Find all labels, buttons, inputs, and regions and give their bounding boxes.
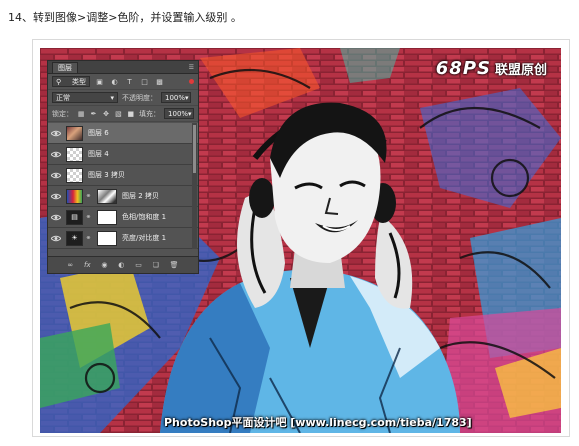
layer-thumbnail[interactable] <box>66 146 83 162</box>
lock-move-icon[interactable]: ✥ <box>102 108 110 119</box>
lock-all-icon[interactable]: ■ <box>127 108 135 119</box>
new-layer-icon[interactable]: ❏ <box>153 261 159 269</box>
chevron-down-icon: ▾ <box>188 109 192 118</box>
lock-paint-icon[interactable]: ✒ <box>89 108 97 119</box>
scroll-thumb[interactable] <box>193 125 196 173</box>
visibility-eye-icon[interactable] <box>51 170 61 180</box>
layer-mask-thumbnail[interactable] <box>97 230 117 246</box>
layers-list: 图层 6 图层 4 图层 3 拷贝 ⚭ 图层 2 拷贝 ▤ ⚭ 色相/饱和度 1 ☀ ⚭ 亮度/对比… <box>48 123 198 249</box>
opacity-value: 100% <box>165 93 186 102</box>
search-icon: ⚲ <box>56 77 62 86</box>
layer-row[interactable]: 图层 4 <box>48 144 198 165</box>
mask-link-icon[interactable]: ⚭ <box>85 192 92 200</box>
layers-panel-footer: ∞ fx ◉ ◐ ▭ ❏ 🗑 <box>48 256 198 273</box>
mask-link-icon[interactable]: ⚭ <box>85 234 92 242</box>
layer-name: 亮度/对比度 1 <box>122 234 167 242</box>
panel-menu-icon[interactable]: ☰ <box>189 64 194 71</box>
layer-name: 图层 6 <box>88 129 109 137</box>
fill-value: 100% <box>168 109 189 118</box>
layers-scrollbar[interactable] <box>192 123 197 249</box>
layer-name: 图层 2 拷贝 <box>122 192 159 200</box>
filter-pixel-icon[interactable]: ▣ <box>94 76 105 87</box>
new-group-icon[interactable]: ▭ <box>135 261 142 269</box>
layer-thumbnail[interactable] <box>66 188 83 204</box>
layer-name: 色相/饱和度 1 <box>122 213 167 221</box>
filter-adjustment-icon[interactable]: ◐ <box>109 76 120 87</box>
filter-shape-icon[interactable]: □ <box>139 76 150 87</box>
lock-label: 锁定： <box>52 109 73 118</box>
link-layers-icon[interactable]: ∞ <box>67 261 73 269</box>
filter-smartobject-icon[interactable]: ▩ <box>154 76 165 87</box>
credit-caption: PhotoShop平面设计吧 [www.linecg.com/tieba/178… <box>164 416 472 429</box>
tutorial-artwork: 68PS 联盟原创 PhotoShop平面设计吧 [www.linecg.com… <box>40 48 561 433</box>
filter-kind-dropdown[interactable]: ⚲ 类型 <box>52 76 90 87</box>
layer-row[interactable]: 图层 6 <box>48 123 198 144</box>
tab-layers[interactable]: 图层 <box>52 61 78 73</box>
layer-row[interactable]: ⚭ 图层 2 拷贝 <box>48 186 198 207</box>
layer-filter-row: ⚲ 类型 ▣ ◐ T □ ▩ <box>48 74 198 90</box>
filter-kind-label: 类型 <box>72 77 86 86</box>
layer-row[interactable]: ▤ ⚭ 色相/饱和度 1 <box>48 207 198 228</box>
step-title: 14、转到图像>调整>色阶，并设置输入级别 。 <box>8 11 242 24</box>
layer-thumbnail[interactable] <box>66 125 83 141</box>
visibility-eye-icon[interactable] <box>51 233 61 243</box>
filter-type-icon[interactable]: T <box>124 76 135 87</box>
delete-layer-icon[interactable]: 🗑 <box>170 261 179 269</box>
layer-name: 图层 3 拷贝 <box>88 171 125 179</box>
add-mask-icon[interactable]: ◉ <box>101 261 107 269</box>
lock-transparent-icon[interactable]: ▦ <box>77 108 85 119</box>
layer-thumbnail[interactable] <box>66 167 83 183</box>
lock-row: 锁定： ▦ ✒ ✥ ▧ ■ 填充： 100% ▾ <box>48 106 198 122</box>
chevron-down-icon: ▾ <box>185 93 189 102</box>
visibility-eye-icon[interactable] <box>51 149 61 159</box>
opacity-field[interactable]: 100% ▾ <box>161 92 191 103</box>
adjustment-layer-icon[interactable]: ☀ <box>66 230 83 246</box>
new-adjustment-icon[interactable]: ◐ <box>118 261 124 269</box>
opacity-label: 不透明度： <box>122 93 157 102</box>
chevron-down-icon: ▾ <box>110 93 114 102</box>
watermark: 68PS 联盟原创 <box>436 58 547 79</box>
layer-row[interactable]: ☀ ⚭ 亮度/对比度 1 <box>48 228 198 249</box>
layer-style-icon[interactable]: fx <box>84 261 91 269</box>
layer-mask-thumbnail[interactable] <box>97 188 117 204</box>
visibility-eye-icon[interactable] <box>51 212 61 222</box>
mask-link-icon[interactable]: ⚭ <box>85 213 92 221</box>
layer-name: 图层 4 <box>88 150 109 158</box>
blend-row: 正常 ▾ 不透明度： 100% ▾ <box>48 90 198 106</box>
blend-mode-dropdown[interactable]: 正常 ▾ <box>52 92 118 103</box>
blend-mode-value: 正常 <box>56 93 70 102</box>
layer-row[interactable]: 图层 3 拷贝 <box>48 165 198 186</box>
lock-artboard-icon[interactable]: ▧ <box>114 108 122 119</box>
watermark-logo: 68PS <box>435 58 491 79</box>
visibility-eye-icon[interactable] <box>51 191 61 201</box>
filter-toggle-icon[interactable] <box>189 79 194 84</box>
layer-mask-thumbnail[interactable] <box>97 209 117 225</box>
adjustment-layer-icon[interactable]: ▤ <box>66 209 83 225</box>
watermark-text: 联盟原创 <box>494 63 547 78</box>
visibility-eye-icon[interactable] <box>51 128 61 138</box>
fill-label: 填充： <box>139 109 161 118</box>
layers-panel: 图层 ☰ ⚲ 类型 ▣ ◐ T □ ▩ 正常 ▾ 不透明度： 100% ▾ 锁定… <box>47 60 199 274</box>
layers-panel-header: 图层 ☰ <box>48 61 198 74</box>
fill-field[interactable]: 100% ▾ <box>164 108 195 119</box>
